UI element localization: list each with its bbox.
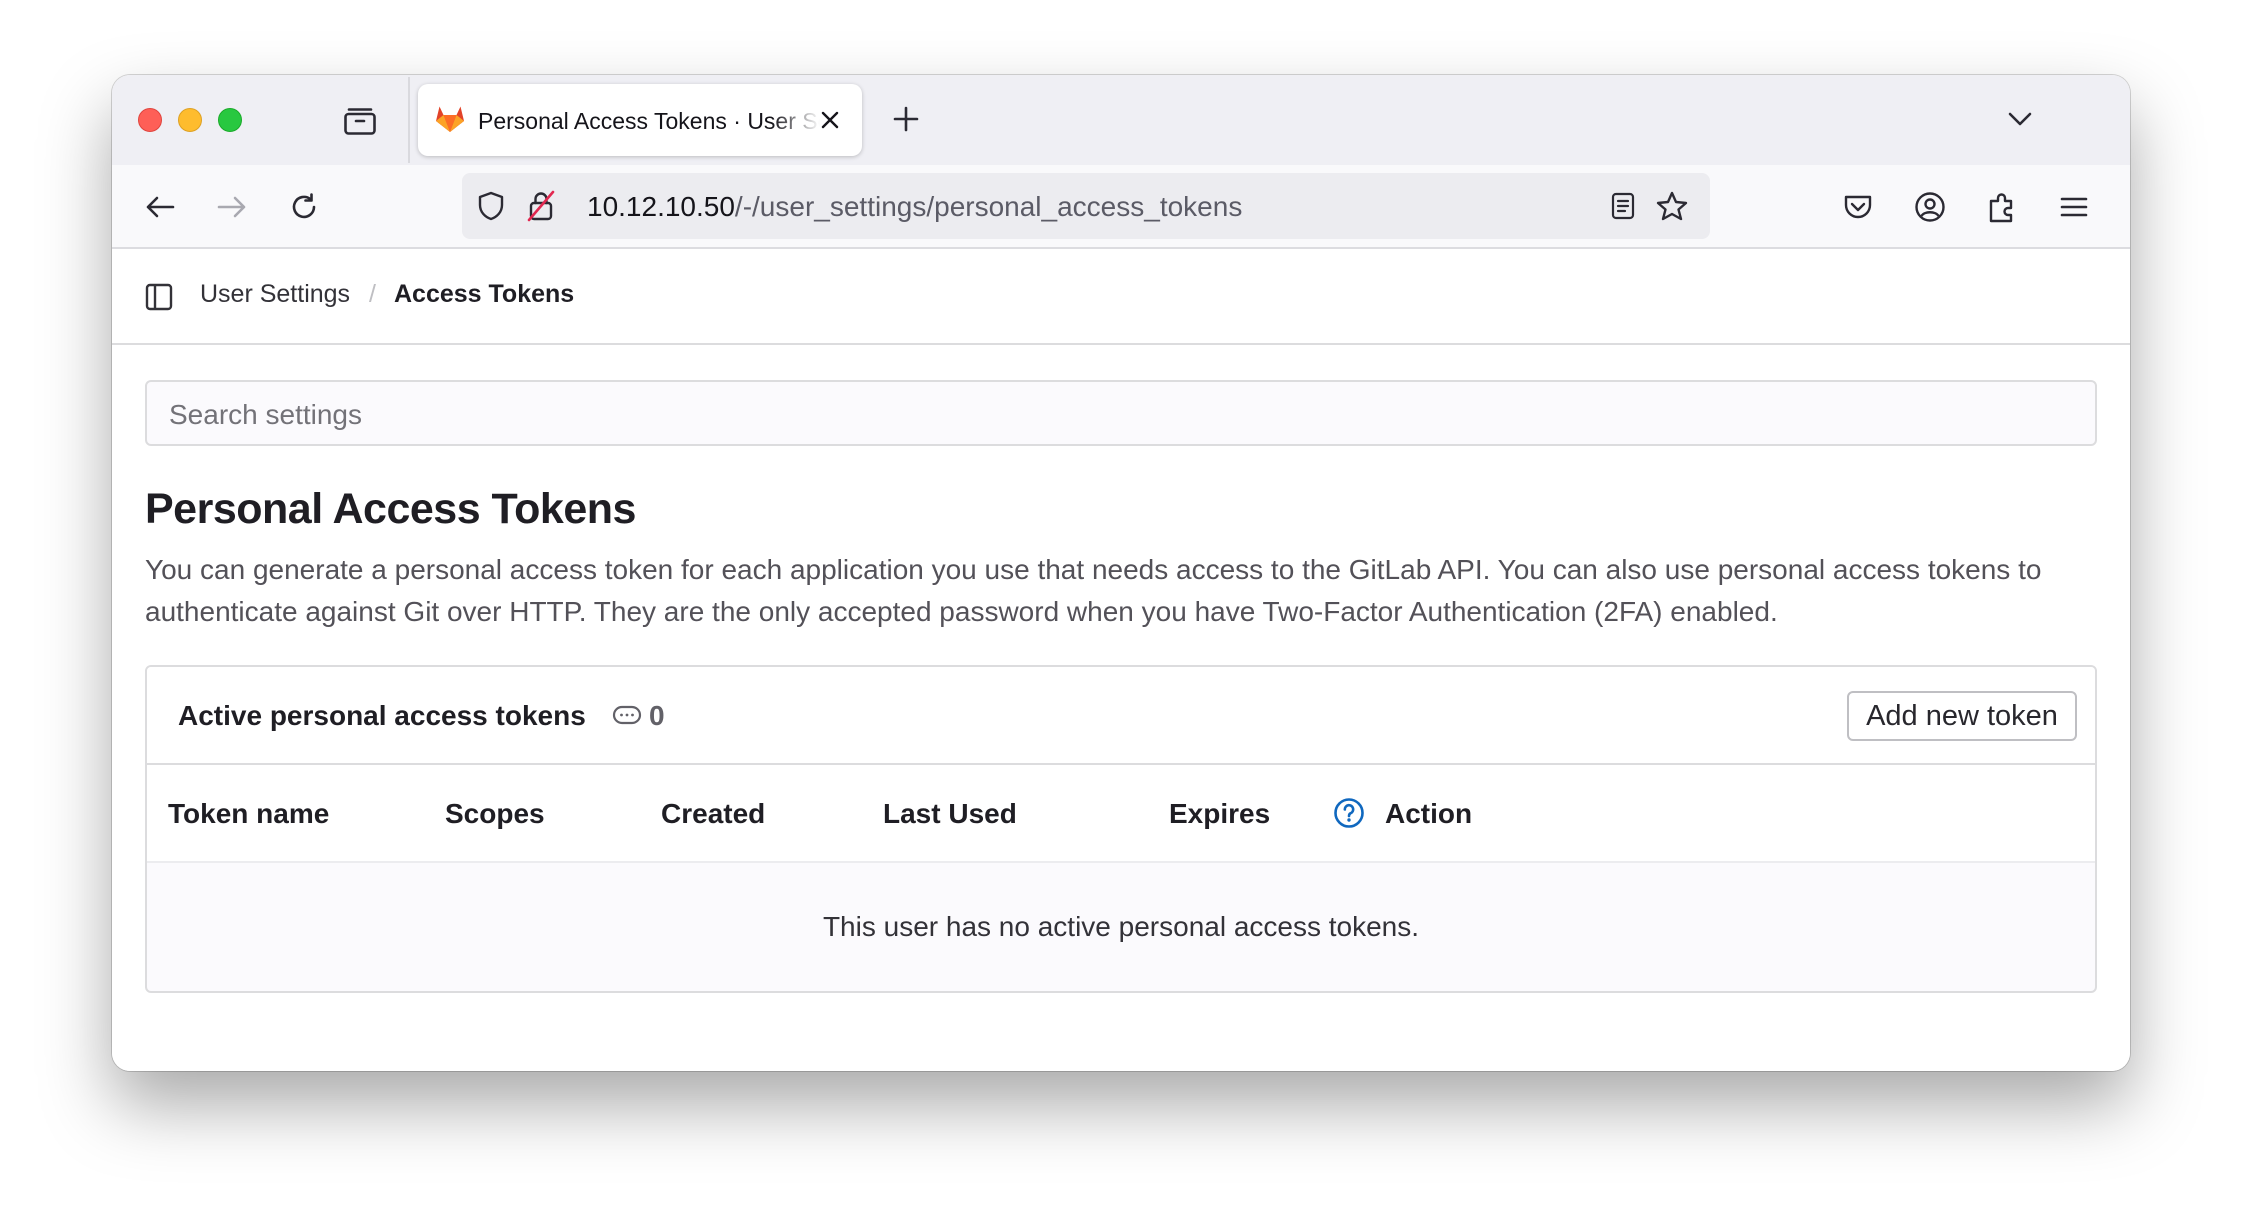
url-path: /-/user_settings/personal_access_tokens: [734, 191, 1243, 222]
breadcrumb-access-tokens[interactable]: Access Tokens: [394, 280, 574, 309]
search-placeholder: Search settings: [169, 399, 362, 430]
tab-bar: Personal Access Tokens · User Settings: [112, 75, 2130, 165]
account-icon[interactable]: [1912, 189, 1948, 225]
application-menu-hamburger-icon[interactable]: [2056, 189, 2092, 225]
list-all-tabs-chevron-down-icon[interactable]: [2002, 101, 2038, 137]
breadcrumb-separator: /: [369, 280, 376, 308]
insecure-lock-icon[interactable]: [524, 189, 558, 223]
breadcrumb-user-settings[interactable]: User Settings: [200, 280, 350, 309]
reader-view-icon[interactable]: [1606, 189, 1640, 223]
token-count-badge: 0: [649, 700, 665, 731]
toggle-sidebar-icon[interactable]: [143, 281, 175, 313]
empty-state-message: This user has no active personal access …: [822, 911, 1420, 942]
page-content: User Settings / Access Tokens Search set…: [112, 249, 2130, 1071]
page-description: You can generate a personal access token…: [145, 554, 2042, 627]
page-title: Personal Access Tokens: [145, 485, 636, 533]
close-tab-icon[interactable]: [816, 106, 844, 134]
back-arrow-icon[interactable]: [142, 189, 178, 225]
table-header: Token name Scopes Created Last Used Expi…: [147, 765, 2095, 863]
url-text[interactable]: 10.12.10.50/-/user_settings/personal_acc…: [587, 191, 1242, 223]
address-bar[interactable]: 10.12.10.50/-/user_settings/personal_acc…: [462, 173, 1710, 239]
tab-bar-divider: [408, 77, 410, 163]
forward-arrow-icon[interactable]: [214, 189, 250, 225]
column-header-created[interactable]: Created: [661, 798, 765, 830]
gitlab-tanuki-icon: [434, 103, 466, 138]
extensions-puzzle-icon[interactable]: [1984, 189, 2020, 225]
tab-title: Personal Access Tokens · User Settings: [478, 108, 820, 134]
breadcrumb: User Settings / Access Tokens: [112, 249, 2130, 345]
column-header-action: Action: [1385, 798, 1473, 829]
question-circle-icon[interactable]: [1333, 797, 1365, 834]
card-title: Active personal access tokens: [178, 700, 586, 731]
pocket-icon[interactable]: [1840, 189, 1876, 225]
minimize-window-button[interactable]: [178, 108, 202, 132]
column-header-scopes[interactable]: Scopes: [445, 798, 545, 830]
shield-icon[interactable]: [474, 189, 508, 223]
search-settings-input[interactable]: Search settings: [145, 380, 2097, 446]
new-tab-icon[interactable]: [888, 101, 924, 137]
token-icon: [612, 704, 642, 731]
browser-window: Personal Access Tokens · User Settings: [112, 75, 2130, 1071]
column-header-last-used[interactable]: Last Used: [883, 798, 1017, 830]
active-tokens-card: Active personal access tokens 0 Add new …: [145, 665, 2097, 993]
url-host: 10.12.10.50: [587, 191, 735, 222]
tab-personal-access-tokens[interactable]: Personal Access Tokens · User Settings: [418, 84, 862, 156]
reload-icon[interactable]: [286, 189, 322, 225]
close-window-button[interactable]: [138, 108, 162, 132]
column-header-token-name[interactable]: Token name: [168, 798, 329, 830]
add-new-token-button[interactable]: Add new token: [1847, 691, 2077, 741]
navigation-toolbar: 10.12.10.50/-/user_settings/personal_acc…: [112, 165, 2130, 249]
tab-groups-icon[interactable]: [340, 101, 380, 141]
column-header-expires[interactable]: Expires: [1169, 798, 1270, 830]
bookmark-star-icon[interactable]: [1654, 188, 1690, 224]
card-header: Active personal access tokens 0 Add new …: [147, 667, 2095, 765]
zoom-window-button[interactable]: [218, 108, 242, 132]
